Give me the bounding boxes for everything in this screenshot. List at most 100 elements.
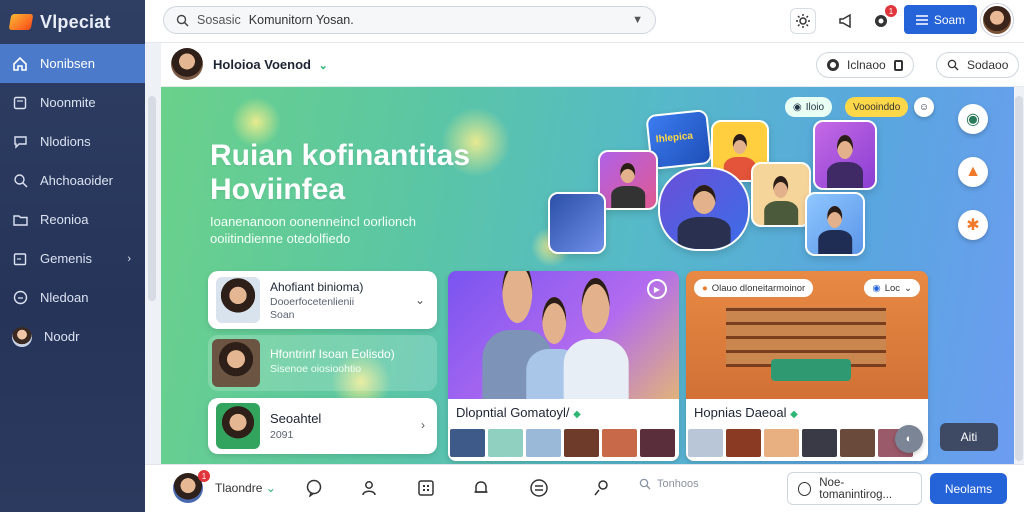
sidebar-item-label: Nonibsen (40, 56, 95, 71)
profile-name: Holoioa Voenod (213, 57, 311, 72)
sidebar-item-noodr[interactable]: Noodr (0, 317, 145, 356)
thumbnail[interactable] (764, 429, 799, 457)
thumbnail[interactable] (688, 429, 723, 457)
chevron-down-icon: ⌄ (904, 282, 912, 294)
people-search-icon[interactable] (591, 477, 613, 499)
collage-tile[interactable] (751, 162, 811, 227)
search-prefix: Sosasic (197, 13, 241, 27)
play-icon[interactable]: ▶ (647, 279, 667, 299)
reaction-icon[interactable]: ☺ (914, 97, 934, 117)
toggle-pill[interactable]: Iclnaoo (816, 52, 914, 78)
top-action-button[interactable]: Soam (904, 5, 977, 34)
chat-icon[interactable] (303, 477, 325, 499)
person-illustration (827, 135, 863, 188)
hero-subtitle-line1: Ioanenanoon oonenneincl oorlionch (210, 214, 417, 229)
settings-icon[interactable] (790, 8, 816, 34)
media-caption-text: Hopnias Daeoal (694, 405, 787, 420)
collage-tile[interactable] (658, 167, 750, 251)
hero-chip-label: Voooinddo (853, 101, 901, 113)
card-thumbnail (212, 339, 260, 387)
star-icon[interactable]: ✱ (958, 210, 988, 240)
sidebar: Vlpeciat Nonibsen Noonmite Nlodions Ahch… (0, 0, 145, 512)
media-header-right: Loc (884, 282, 901, 294)
sidebar-item-gemenis[interactable]: Gemenis › (0, 239, 145, 278)
thumbnail[interactable] (726, 429, 761, 457)
users-icon[interactable] (358, 477, 380, 499)
bell-icon[interactable] (470, 477, 492, 499)
send-button[interactable]: Neolams (930, 473, 1007, 504)
hero-title-line2: Hoviinfea (210, 173, 346, 206)
notification-bell-icon[interactable]: 1 (868, 5, 897, 34)
shelf-illustration (726, 307, 886, 367)
sidebar-item-label: Noodr (44, 329, 80, 344)
flame-icon[interactable]: ▲ (958, 157, 988, 187)
sidebar-item-nlodions[interactable]: Nlodions (0, 122, 145, 161)
calendar-icon (12, 251, 28, 267)
sidebar-item-label: Gemenis (40, 251, 93, 266)
media-card[interactable]: ▶ Dlopntial Gomatoyl/ ◆ (448, 271, 679, 461)
toggle-pill-label: Iclnaoo (847, 58, 886, 72)
thumbnail[interactable] (602, 429, 637, 457)
thumbnail[interactable] (564, 429, 599, 457)
content-scrollbar[interactable] (1015, 96, 1023, 461)
chevron-down-icon: ⌄ (414, 293, 425, 307)
floating-action-button[interactable]: Aiti (940, 423, 998, 451)
chevron-down-icon[interactable]: ▼ (632, 14, 643, 26)
media-thumbnails[interactable] (450, 429, 675, 457)
emoji-icon (798, 481, 812, 496)
media-header-pill[interactable]: ◉ Loc ⌄ (864, 279, 920, 297)
bottom-profile[interactable]: Tlaondre ⌄ (215, 481, 276, 495)
sidebar-item-home[interactable]: Nonibsen (0, 44, 145, 83)
profile-name-row[interactable]: Holoioa Voenod ⌄ (213, 57, 328, 72)
search-pill[interactable]: Sodaoo (936, 52, 1020, 78)
thumbnail[interactable] (488, 429, 523, 457)
bottom-profile-name: Tlaondre (215, 481, 263, 495)
sidebar-item-nledoan[interactable]: Nledoan (0, 278, 145, 317)
thumbnail[interactable] (840, 429, 875, 457)
chevron-right-icon: › (127, 252, 131, 265)
chevron-right-icon: › (421, 418, 425, 432)
top-bar: Sosasic Komunitorn Yosan. ▼ 1 Soam (145, 0, 1024, 43)
list-card[interactable]: Seoahtel 2091 › (208, 398, 437, 454)
sidebar-item-reonioa[interactable]: Reonioa (0, 200, 145, 239)
sidebar-item-noonmite[interactable]: Noonmite (0, 83, 145, 122)
search-icon (947, 59, 959, 71)
profile-bar: Holoioa Voenod ⌄ Iclnaoo Sodaoo (161, 43, 1024, 87)
collage-tile[interactable] (598, 150, 658, 210)
menu-circle-icon[interactable] (528, 477, 550, 499)
sidebar-item-ahchoaoider[interactable]: Ahchoaoider (0, 161, 145, 200)
media-card[interactable]: ● Olauo dloneitarmoinor ◉ Loc ⌄ Hopnias … (686, 271, 928, 461)
media-thumbnails[interactable] (688, 429, 913, 457)
hero-chip[interactable]: Voooinddo (845, 97, 909, 117)
shield-icon[interactable]: ◉ (958, 104, 988, 134)
media-header-pill[interactable]: ● Olauo dloneitarmoinor (694, 279, 814, 297)
megaphone-icon[interactable] (834, 8, 860, 34)
collage-tile[interactable] (548, 192, 606, 254)
chevron-down-icon: ⌄ (265, 481, 276, 495)
app-name: Vlpeciat (40, 11, 111, 32)
hero-banner: Ruian kofinantitas Hoviinfea Ioanenanoon… (161, 87, 1014, 464)
sidebar-item-label: Ahchoaoider (40, 173, 113, 188)
chevron-down-icon: ⌄ (318, 60, 328, 72)
message-input[interactable]: Noe-tomanintirog... (787, 472, 922, 505)
brand[interactable]: Vlpeciat (0, 0, 145, 44)
grid-icon[interactable] (415, 477, 437, 499)
expand-icon[interactable]: ◐ (895, 425, 923, 453)
hero-chip[interactable]: ◉ Iloio (785, 97, 833, 117)
thumbnail[interactable] (526, 429, 561, 457)
collage-tile[interactable] (813, 120, 877, 190)
search-input[interactable]: Sosasic Komunitorn Yosan. ▼ (163, 6, 656, 34)
bottom-search[interactable]: Tonhoos (639, 478, 699, 490)
list-card[interactable]: Hfontrinf Isoan Eolisdo) Sisenoe oiosioo… (208, 335, 437, 391)
thumbnail[interactable] (640, 429, 675, 457)
thumbnail[interactable] (450, 429, 485, 457)
collage-tile[interactable] (805, 192, 865, 256)
document-icon (12, 95, 28, 111)
media-caption: Hopnias Daeoal ◆ (694, 405, 798, 420)
sidebar-scrollbar[interactable] (148, 96, 156, 301)
list-card[interactable]: Ahofiant binioma) Dooerfocetenlienii Soa… (208, 271, 437, 329)
thumbnail[interactable] (802, 429, 837, 457)
profile-avatar[interactable] (171, 48, 203, 80)
eye-icon: ◉ (793, 101, 802, 113)
user-avatar[interactable] (981, 4, 1013, 36)
